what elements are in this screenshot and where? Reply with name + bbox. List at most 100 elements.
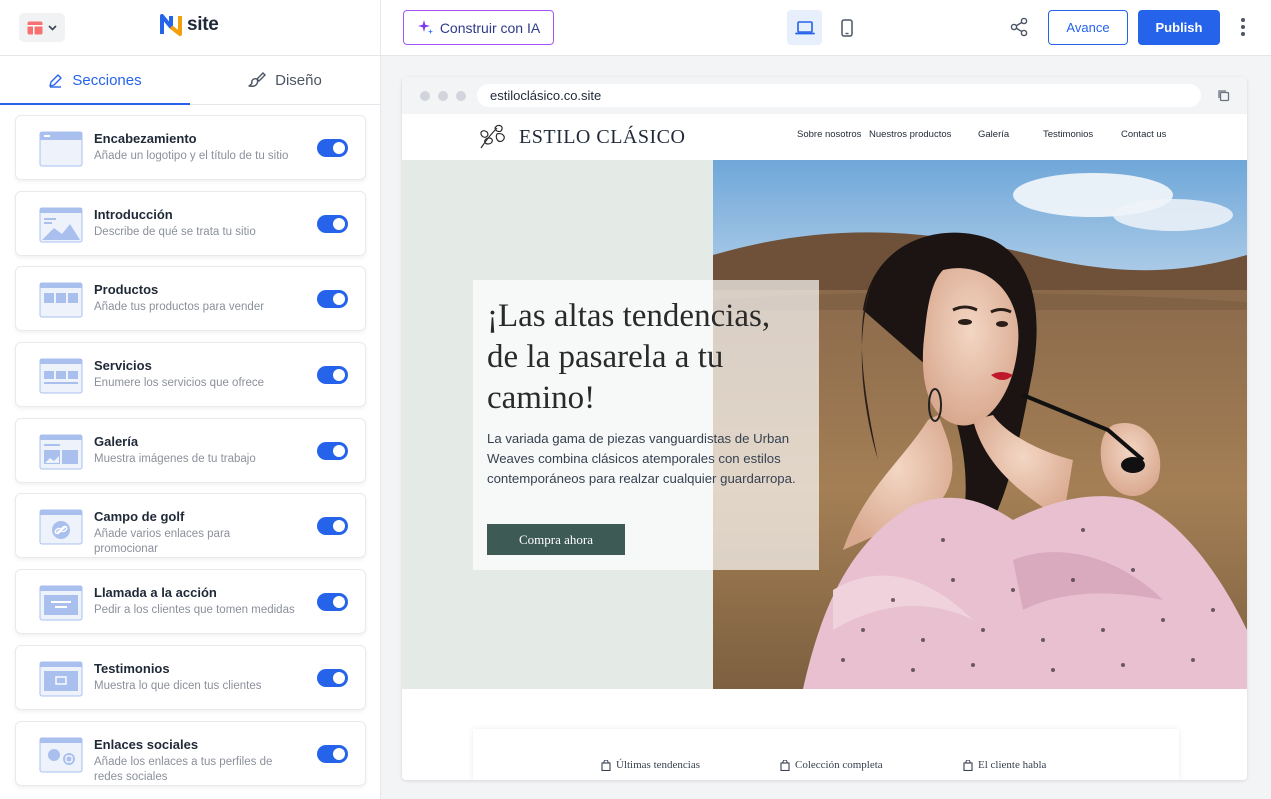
copy-url-icon[interactable]	[1217, 89, 1230, 107]
section-description: Describe de qué se trata tu sitio	[94, 225, 256, 238]
tab-label: Diseño	[275, 71, 322, 89]
section-toggle[interactable]	[317, 517, 348, 536]
laptop-icon	[794, 20, 815, 34]
site-preview-frame: estiloclásico.co.site ESTILO CLÁSICO Sob…	[402, 77, 1247, 780]
browser-chrome: estiloclásico.co.site	[402, 77, 1247, 114]
section-card-galeria[interactable]: Galería Muestra imágenes de tu trabajo	[15, 417, 366, 483]
app-window: site Secciones Diseño Encabezamiento Añad…	[0, 0, 1271, 799]
section-toggle[interactable]	[317, 366, 348, 385]
site-nav-links: Sobre nosotros Nuestros productos Galerí…	[402, 129, 1247, 143]
category-link-customer-speaks[interactable]: El cliente habla	[963, 759, 1046, 771]
header-thumb-icon	[39, 131, 83, 167]
more-options-icon[interactable]	[1241, 18, 1245, 36]
section-description: Muestra imágenes de tu trabajo	[94, 452, 256, 465]
section-toggle[interactable]	[317, 441, 348, 460]
shopping-bag-icon	[601, 759, 611, 771]
build-with-ai-label: Construir con IA	[439, 19, 541, 36]
pencil-icon	[49, 73, 63, 88]
category-link-full-collection[interactable]: Colección completa	[780, 759, 883, 771]
link-thumb-icon	[39, 509, 83, 545]
section-title: Introducción	[94, 206, 173, 222]
section-toggle[interactable]	[317, 139, 348, 157]
share-icon	[1010, 17, 1028, 37]
testimonials-thumb-icon	[39, 661, 83, 697]
section-description: Enumere los servicios que ofrece	[94, 377, 265, 390]
desktop-view-button[interactable]	[787, 10, 822, 45]
site-header: ESTILO CLÁSICO Sobre nosotros Nuestros p…	[402, 114, 1247, 160]
section-description: Añade los enlaces a tus perfiles de rede…	[94, 755, 273, 783]
section-title: Productos	[94, 282, 159, 298]
left-panel: site Secciones Diseño Encabezamiento Añad…	[0, 0, 381, 799]
categories-bar: Últimas tendencias Colección completa El…	[473, 729, 1179, 780]
services-thumb-icon	[39, 358, 83, 394]
section-title: Encabezamiento	[94, 131, 197, 146]
nav-link-contact[interactable]: Contact us	[1121, 129, 1166, 140]
category-label: Últimas tendencias	[616, 759, 701, 771]
phone-icon	[840, 18, 853, 37]
social-thumb-icon	[39, 737, 83, 772]
section-card-campo-de-golf[interactable]: Campo de golf Añade varios enlaces para p…	[15, 493, 366, 559]
section-title: Testimonios	[94, 660, 170, 676]
chevron-down-icon	[48, 24, 57, 31]
section-toggle[interactable]	[317, 290, 348, 309]
nav-link-galeria[interactable]: Galería	[978, 129, 1009, 140]
section-toggle[interactable]	[317, 668, 348, 687]
preview-button[interactable]: Avance	[1048, 10, 1128, 45]
section-toggle[interactable]	[317, 214, 348, 233]
url-bar[interactable]: estiloclásico.co.site	[477, 84, 1201, 107]
tab-secciones[interactable]: Secciones	[0, 56, 190, 105]
gallery-thumb-icon	[39, 434, 83, 470]
publish-button[interactable]: Publish	[1138, 10, 1220, 45]
layout-icon	[27, 21, 43, 35]
shopping-bag-icon	[780, 759, 790, 771]
section-title: Servicios	[94, 358, 152, 374]
window-dots	[420, 91, 466, 101]
section-card-introduccion[interactable]: Introducción Describe de qué se trata tu …	[15, 190, 366, 256]
share-button[interactable]	[1010, 17, 1028, 42]
section-card-servicios[interactable]: Servicios Enumere los servicios que ofrec…	[15, 342, 366, 408]
nav-link-nuestros-productos[interactable]: Nuestros productos	[869, 129, 951, 140]
sparkle-icon	[417, 20, 433, 35]
app-logo: site	[160, 14, 219, 36]
cta-thumb-icon	[39, 585, 83, 621]
intro-thumb-icon	[39, 207, 83, 243]
section-description: Muestra lo que dicen tus clientes	[94, 679, 262, 692]
section-toggle[interactable]	[317, 593, 348, 612]
products-thumb-icon	[39, 282, 83, 318]
build-with-ai-button[interactable]: Construir con IA	[403, 10, 554, 45]
hero-description: La variada gama de piezas vanguardistas …	[487, 431, 796, 486]
section-title: Campo de golf	[94, 509, 185, 525]
section-description: Pedir a los clientes que tomen medidas	[94, 604, 295, 617]
categories-section: Últimas tendencias Colección completa El…	[402, 689, 1247, 780]
section-description: Añade tus productos para vender	[94, 301, 265, 314]
hero-content-card: ¡Las altas tendencias, de la pasarela a …	[473, 280, 819, 570]
section-title: Llamada a la acción	[94, 585, 217, 601]
layout-switcher-button[interactable]	[19, 13, 65, 42]
tab-label: Secciones	[72, 71, 142, 89]
category-label: El cliente habla	[978, 759, 1047, 771]
section-list: Encabezamiento Añade un logotipo y el tít…	[0, 105, 380, 786]
nav-link-sobre-nosotros[interactable]: Sobre nosotros	[797, 129, 861, 140]
left-panel-header: site	[0, 0, 380, 56]
logo-mark-icon	[160, 14, 182, 36]
section-card-testimonios[interactable]: Testimonios Muestra lo que dicen tus clie…	[15, 644, 366, 710]
category-label: Colección completa	[795, 759, 883, 771]
section-card-llamada-a-la-accion[interactable]: Llamada a la acción Pedir a los clientes …	[15, 569, 366, 635]
section-title: Enlaces sociales	[94, 736, 199, 752]
section-description: Añade varios enlaces para promocionar	[94, 528, 231, 556]
section-card-encabezamiento[interactable]: Encabezamiento Añade un logotipo y el tít…	[15, 115, 366, 180]
shop-now-button[interactable]: Compra ahora	[487, 524, 625, 555]
section-toggle[interactable]	[317, 744, 348, 763]
editor-toolbar: Construir con IA Avance Publish	[381, 0, 1271, 56]
shopping-bag-icon	[963, 759, 973, 771]
mobile-view-button[interactable]	[829, 10, 864, 45]
nav-link-testimonios[interactable]: Testimonios	[1043, 129, 1093, 140]
logo-text: site	[187, 14, 219, 35]
section-title: Galería	[94, 433, 139, 449]
hero-title: ¡Las altas tendencias, de la pasarela a …	[487, 298, 771, 416]
section-description: Añade un logotipo y el título de tu siti…	[94, 150, 289, 162]
category-link-latest[interactable]: Últimas tendencias	[601, 759, 700, 771]
section-card-enlaces-sociales[interactable]: Enlaces sociales Añade los enlaces a tus …	[15, 720, 366, 786]
tab-diseno[interactable]: Diseño	[190, 56, 380, 104]
section-card-productos[interactable]: Productos Añade tus productos para vender	[15, 266, 366, 332]
